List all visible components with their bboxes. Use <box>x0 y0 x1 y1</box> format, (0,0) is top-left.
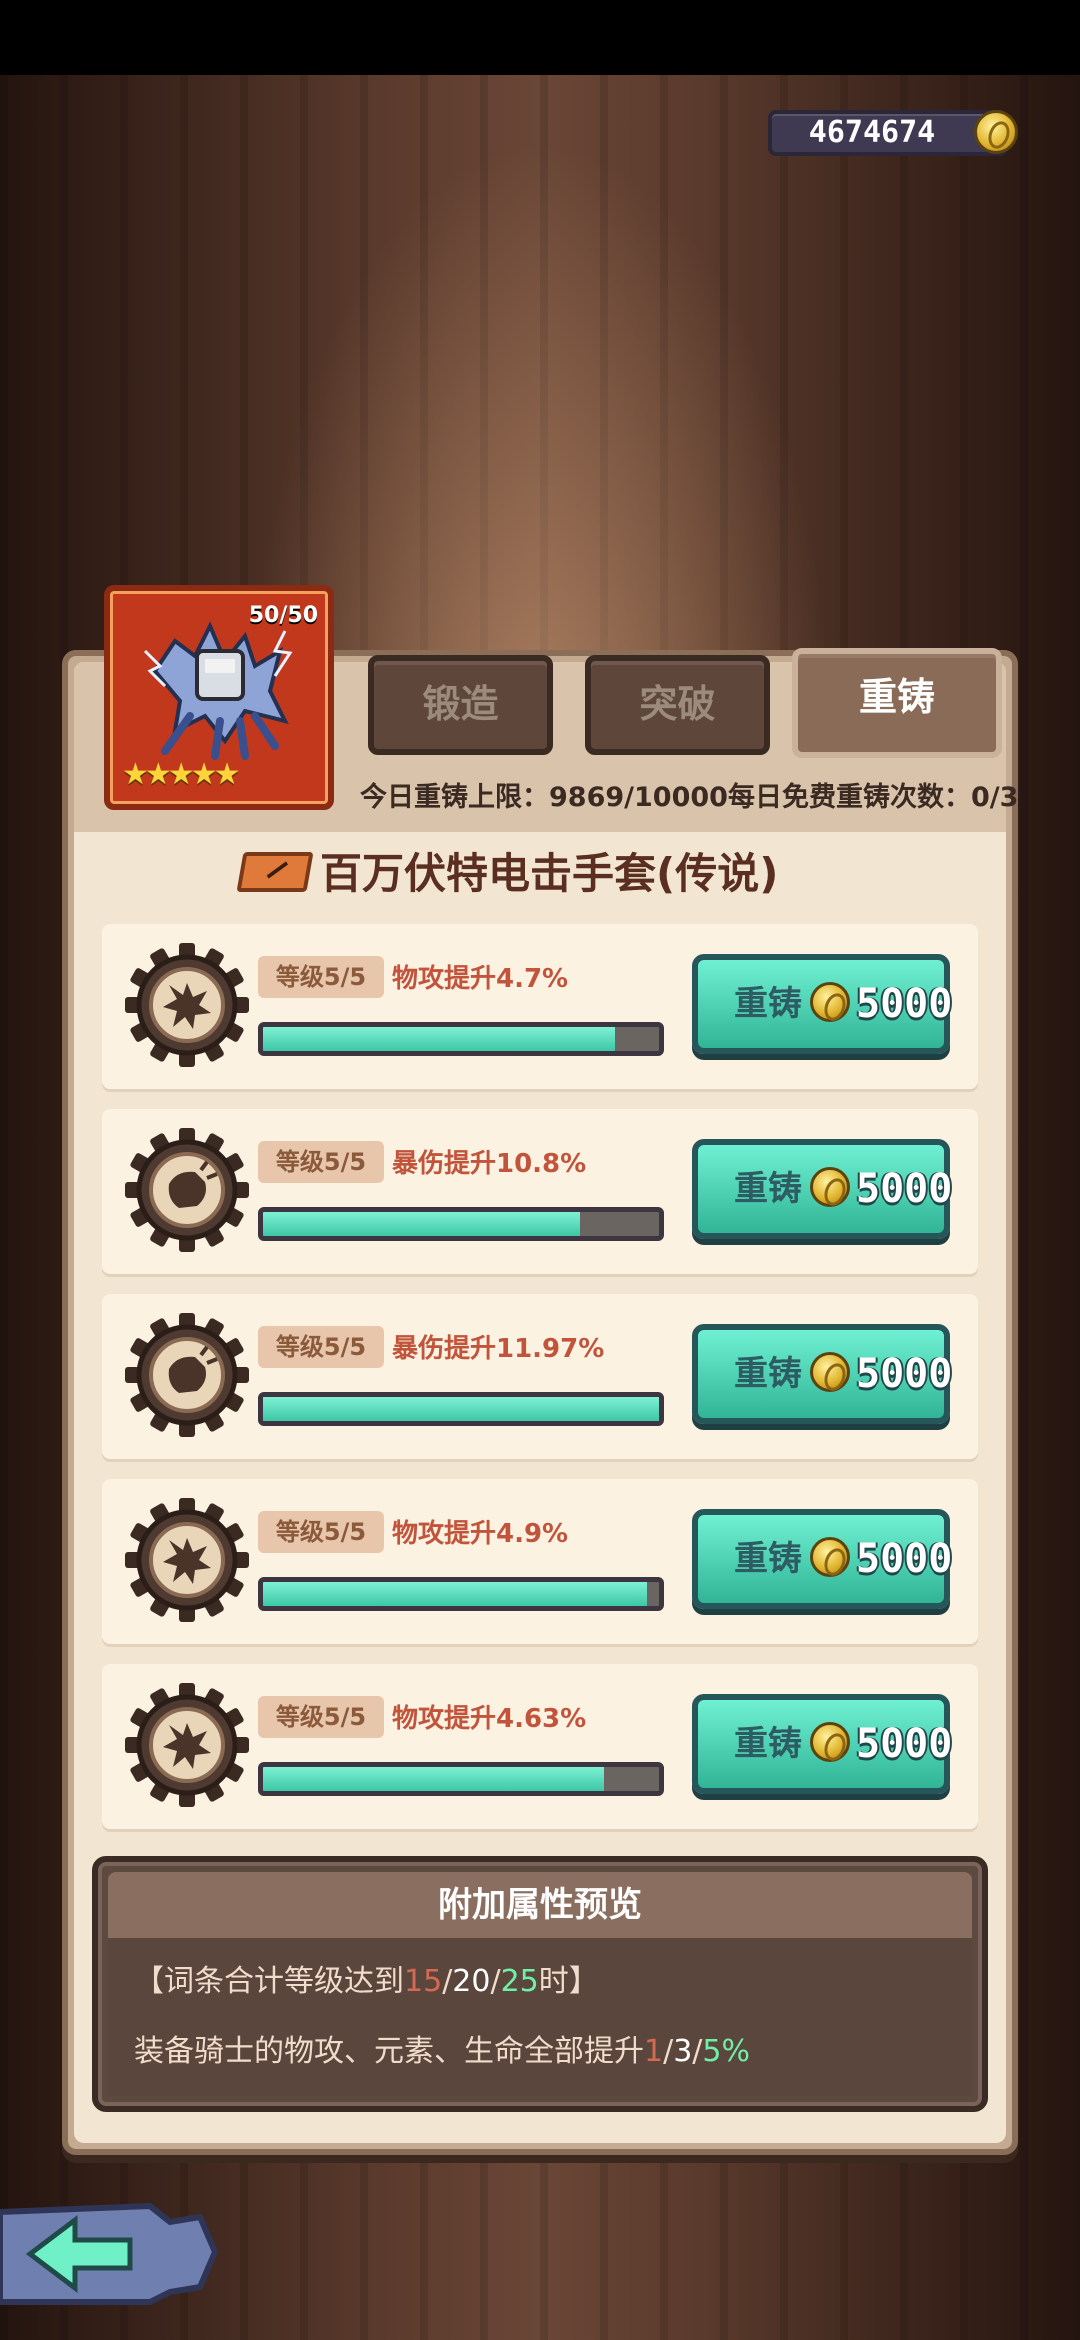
crit-fist-gear-icon <box>125 1313 249 1437</box>
tab-breakthrough[interactable]: 突破 <box>585 655 770 755</box>
bonus-tier-3: 5% <box>702 2034 750 2069</box>
condition-suffix: 时】 <box>538 1964 599 1999</box>
stat-row: 等级5/5 物攻提升4.63% 重铸 5000 <box>102 1664 978 1829</box>
stat-progress-bar <box>258 1762 664 1796</box>
separator: / <box>490 1964 501 1999</box>
stat-progress-fill <box>263 1767 604 1791</box>
item-stars: ★★★★★ <box>122 757 241 792</box>
stat-progress-bar <box>258 1577 664 1611</box>
stat-level-badge: 等级5/5 <box>258 956 384 998</box>
stat-progress-fill <box>263 1027 616 1051</box>
tab-reforge[interactable]: 重铸 <box>792 648 1002 758</box>
stat-level-badge: 等级5/5 <box>258 1326 384 1368</box>
explosion-gear-icon <box>125 1498 249 1622</box>
stat-progress-fill <box>263 1582 648 1606</box>
bonus-preview-box: 附加属性预览 【词条合计等级达到15/20/25时】 装备骑士的物攻、元素、生命… <box>92 1856 988 2112</box>
reforge-button[interactable]: 重铸 5000 <box>692 1139 953 1239</box>
stat-effect: 物攻提升4.63% <box>392 1704 587 1734</box>
reforge-button[interactable]: 重铸 5000 <box>692 1509 953 1609</box>
stat-effect: 暴伤提升11.97% <box>392 1334 605 1364</box>
bonus-tier-2: 3 <box>673 2034 693 2069</box>
lightning-gauntlet-icon <box>143 621 293 760</box>
gold-coin-icon <box>810 1537 850 1577</box>
item-card[interactable]: 50/50 ★★★★★ <box>104 585 334 810</box>
gold-coin-icon <box>810 982 850 1022</box>
stat-progress-bar <box>258 1207 664 1241</box>
condition-tier-3: 25 <box>500 1964 539 1999</box>
stat-level-badge: 等级5/5 <box>258 1141 384 1183</box>
reforge-cost: 5000 <box>856 981 953 1027</box>
reforge-button[interactable]: 重铸 5000 <box>692 1324 953 1424</box>
preview-title-bar: 附加属性预览 <box>108 1872 972 1938</box>
crit-fist-gear-icon <box>125 1128 249 1252</box>
stat-progress-bar <box>258 1022 664 1056</box>
stat-progress-fill <box>263 1397 659 1421</box>
reforge-button-label: 重铸 <box>734 1169 802 1209</box>
stat-effect: 物攻提升4.9% <box>392 1519 569 1549</box>
bonus-tier-1: 1 <box>644 2034 664 2069</box>
condition-tier-2: 20 <box>452 1964 491 1999</box>
gold-coin-icon <box>810 1352 850 1392</box>
gold-coin-icon <box>974 110 1018 154</box>
reforge-cost: 5000 <box>856 1351 953 1397</box>
item-name: 百万伏特电击手套(传说) <box>320 849 779 898</box>
condition-prefix: 【词条合计等级达到 <box>134 1964 404 1999</box>
gold-coin-icon <box>810 1167 850 1207</box>
reforge-button-label: 重铸 <box>734 984 802 1024</box>
reforge-cost: 5000 <box>856 1166 953 1212</box>
reforge-button-label: 重铸 <box>734 1354 802 1394</box>
item-level: 50/50 <box>248 603 318 628</box>
reforge-button[interactable]: 重铸 5000 <box>692 954 953 1054</box>
preview-bonus: 装备骑士的物攻、元素、生命全部提升1/3/5% <box>134 2026 750 2070</box>
stat-row: 等级5/5 暴伤提升10.8% 重铸 5000 <box>102 1109 978 1274</box>
stat-progress-bar <box>258 1392 664 1426</box>
stat-row: 等级5/5 物攻提升4.7% 重铸 5000 <box>102 924 978 1089</box>
gold-coin-icon <box>810 1722 850 1762</box>
condition-tier-1: 15 <box>404 1964 443 1999</box>
stat-effect: 物攻提升4.7% <box>392 964 569 994</box>
gold-amount: 4674674 <box>808 115 936 150</box>
separator: / <box>663 2034 674 2069</box>
explosion-gear-icon <box>125 1683 249 1807</box>
stat-level-badge: 等级5/5 <box>258 1511 384 1553</box>
status-bar <box>0 0 1080 75</box>
reforge-cost: 5000 <box>856 1536 953 1582</box>
stat-level-badge: 等级5/5 <box>258 1696 384 1738</box>
stat-progress-fill <box>263 1212 580 1236</box>
bonus-prefix: 装备骑士的物攻、元素、生命全部提升 <box>134 2034 644 2069</box>
reforge-button-label: 重铸 <box>734 1724 802 1764</box>
reforge-button-label: 重铸 <box>734 1539 802 1579</box>
gold-counter: 4674674 <box>768 110 1018 156</box>
separator: / <box>442 1964 453 1999</box>
tab-forge[interactable]: 锻造 <box>368 655 553 755</box>
stat-effect: 暴伤提升10.8% <box>392 1149 587 1179</box>
stat-row: 等级5/5 物攻提升4.9% 重铸 5000 <box>102 1479 978 1644</box>
reforge-button[interactable]: 重铸 5000 <box>692 1694 953 1794</box>
reforge-cost: 5000 <box>856 1721 953 1767</box>
preview-condition: 【词条合计等级达到15/20/25时】 <box>134 1956 599 2000</box>
explosion-gear-icon <box>125 943 249 1067</box>
reforge-limit-text: 今日重铸上限：9869/10000每日免费重铸次数：0/3 <box>360 782 1019 813</box>
preview-title: 附加属性预览 <box>438 1885 642 1925</box>
separator: / <box>692 2034 703 2069</box>
sword-flag-icon <box>236 852 314 892</box>
back-arrow-icon[interactable] <box>0 2192 225 2312</box>
stat-row: 等级5/5 暴伤提升11.97% 重铸 5000 <box>102 1294 978 1459</box>
